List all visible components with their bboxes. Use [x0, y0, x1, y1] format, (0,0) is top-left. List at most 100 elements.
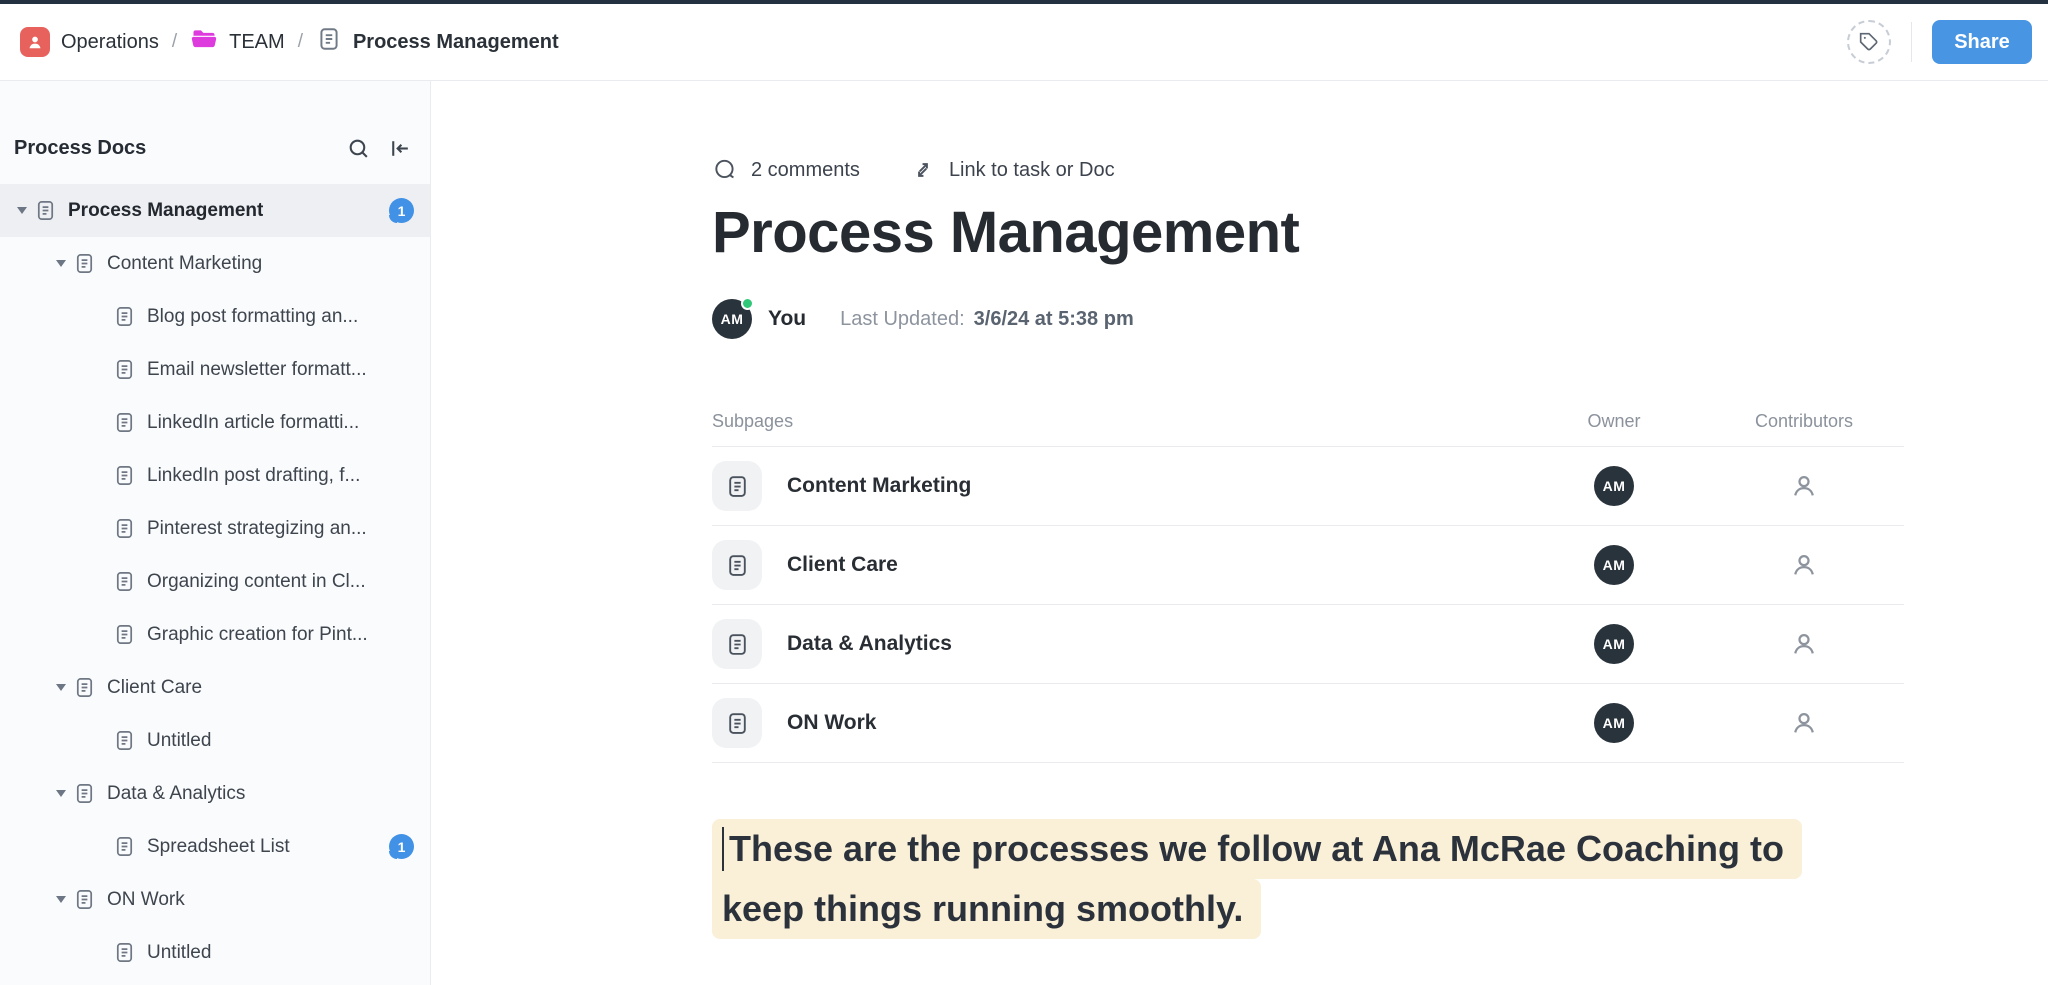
sidebar-doc-item[interactable]: Data & Analytics	[0, 767, 430, 820]
comments-button[interactable]: 2 comments	[712, 157, 860, 183]
column-header-subpages: Subpages	[712, 411, 1524, 432]
subpages-table-header: Subpages Owner Contributors	[712, 397, 1904, 447]
sidebar-header: Process Docs	[0, 81, 430, 175]
sidebar-doc-item[interactable]: Untitled	[0, 926, 430, 979]
sidebar-doc-item[interactable]: Organizing content in Cl...	[0, 555, 430, 608]
author-avatar[interactable]: AM	[712, 299, 752, 339]
link-to-task-button[interactable]: Link to task or Doc	[910, 157, 1115, 183]
vertical-divider	[1911, 22, 1912, 62]
sidebar-doc-item[interactable]: Email newsletter formatt...	[0, 343, 430, 396]
search-icon[interactable]	[346, 136, 371, 161]
subpage-row[interactable]: Data & Analytics AM	[712, 605, 1904, 684]
doc-item-label: Spreadsheet List	[147, 836, 290, 858]
breadcrumb-separator: /	[298, 31, 303, 53]
pink-folder-icon	[190, 25, 218, 59]
breadcrumb: Operations / TEAM / Process Management	[20, 25, 559, 59]
add-contributor-icon[interactable]	[1704, 708, 1904, 738]
subpage-row[interactable]: Client Care AM	[712, 526, 1904, 605]
breadcrumb-item-process-management[interactable]: Process Management	[316, 26, 559, 58]
caret-down-icon[interactable]	[51, 896, 71, 903]
doc-icon	[113, 464, 137, 487]
doc-item-label: Blog post formatting an...	[147, 306, 358, 328]
share-button[interactable]: Share	[1932, 20, 2032, 64]
sidebar-doc-item[interactable]: Pinterest strategizing an...	[0, 502, 430, 555]
owner-avatar[interactable]: AM	[1594, 545, 1634, 585]
doc-body-paragraph[interactable]: These are the processes we follow at Ana…	[712, 819, 1904, 939]
doc-item-label: Content Marketing	[107, 253, 262, 275]
highlighted-text-line2: keep things running smoothly.	[712, 879, 1261, 939]
sidebar-doc-item[interactable]: Process Management1	[0, 184, 430, 237]
caret-down-icon[interactable]	[12, 207, 32, 214]
tag-icon	[1859, 32, 1879, 52]
doc-icon	[316, 26, 342, 58]
doc-item-label: Data & Analytics	[107, 783, 245, 805]
doc-icon	[113, 570, 137, 593]
doc-item-label: Graphic creation for Pint...	[147, 624, 368, 646]
sidebar-doc-item[interactable]: Spreadsheet List 1	[0, 820, 430, 873]
last-updated-label: Last Updated:	[840, 308, 965, 331]
sidebar-doc-item[interactable]: Untitled	[0, 714, 430, 767]
caret-down-icon[interactable]	[51, 684, 71, 691]
doc-icon-chip	[712, 540, 762, 590]
author-label: You	[768, 307, 806, 331]
doc-icon	[113, 729, 137, 752]
comment-count-badge[interactable]: 1	[389, 198, 414, 223]
doc-icon	[113, 517, 137, 540]
subpages-table: Subpages Owner Contributors Content Mark…	[712, 397, 1904, 763]
doc-tree: Process Management1 Content Marketing Blog…	[0, 184, 430, 979]
link-arrows-icon	[910, 157, 936, 183]
caret-down-icon[interactable]	[51, 260, 71, 267]
sidebar-doc-item[interactable]: Graphic creation for Pint...	[0, 608, 430, 661]
link-to-task-label: Link to task or Doc	[949, 159, 1115, 182]
doc-icon	[113, 623, 137, 646]
collapse-sidebar-icon[interactable]	[387, 136, 412, 161]
breadcrumb-separator: /	[172, 31, 177, 53]
doc-item-label: Client Care	[107, 677, 202, 699]
red-avatar-icon	[20, 27, 50, 57]
add-contributor-icon[interactable]	[1704, 629, 1904, 659]
owner-avatar[interactable]: AM	[1594, 624, 1634, 664]
breadcrumb-item-team[interactable]: TEAM	[190, 25, 285, 59]
docs-sidebar: Process Docs Process Management1 Content …	[0, 81, 431, 985]
caret-down-icon[interactable]	[51, 790, 71, 797]
tag-button[interactable]	[1847, 20, 1891, 64]
sidebar-doc-item[interactable]: LinkedIn post drafting, f...	[0, 449, 430, 502]
doc-icon-chip	[712, 461, 762, 511]
subpage-name[interactable]: Content Marketing	[787, 474, 971, 498]
topbar-actions: Share	[1847, 20, 2032, 64]
sidebar-doc-item[interactable]: ON Work	[0, 873, 430, 926]
subpage-name[interactable]: ON Work	[787, 711, 876, 735]
doc-icon	[73, 782, 97, 805]
doc-icon	[73, 252, 97, 275]
sidebar-doc-item[interactable]: Client Care	[0, 661, 430, 714]
doc-item-label: Email newsletter formatt...	[147, 359, 367, 381]
highlighted-text-line1: These are the processes we follow at Ana…	[712, 819, 1802, 879]
owner-avatar[interactable]: AM	[1594, 466, 1634, 506]
doc-icon	[113, 411, 137, 434]
add-contributor-icon[interactable]	[1704, 550, 1904, 580]
subpage-row[interactable]: Content Marketing AM	[712, 447, 1904, 526]
comments-count-label: 2 comments	[751, 159, 860, 182]
topbar: Operations / TEAM / Process Management S…	[0, 4, 2048, 81]
doc-item-label: Pinterest strategizing an...	[147, 518, 367, 540]
sidebar-doc-item[interactable]: Content Marketing	[0, 237, 430, 290]
doc-icon	[113, 358, 137, 381]
subpage-name[interactable]: Client Care	[787, 553, 898, 577]
doc-item-label: LinkedIn post drafting, f...	[147, 465, 360, 487]
text-cursor	[722, 827, 724, 871]
doc-icon	[113, 305, 137, 328]
sidebar-doc-item[interactable]: LinkedIn article formatti...	[0, 396, 430, 449]
doc-meta: AM You Last Updated: 3/6/24 at 5:38 pm	[712, 299, 1904, 339]
subpage-row[interactable]: ON Work AM	[712, 684, 1904, 763]
doc-icon-chip	[712, 698, 762, 748]
comment-count-badge[interactable]: 1	[389, 834, 414, 859]
last-updated-value: 3/6/24 at 5:38 pm	[974, 308, 1134, 331]
column-header-owner: Owner	[1524, 411, 1704, 432]
breadcrumb-item-operations[interactable]: Operations	[20, 27, 159, 57]
subpage-name[interactable]: Data & Analytics	[787, 632, 952, 656]
owner-avatar[interactable]: AM	[1594, 703, 1634, 743]
doc-icon	[73, 676, 97, 699]
sidebar-doc-item[interactable]: Blog post formatting an...	[0, 290, 430, 343]
page-title[interactable]: Process Management	[712, 199, 1904, 266]
add-contributor-icon[interactable]	[1704, 471, 1904, 501]
